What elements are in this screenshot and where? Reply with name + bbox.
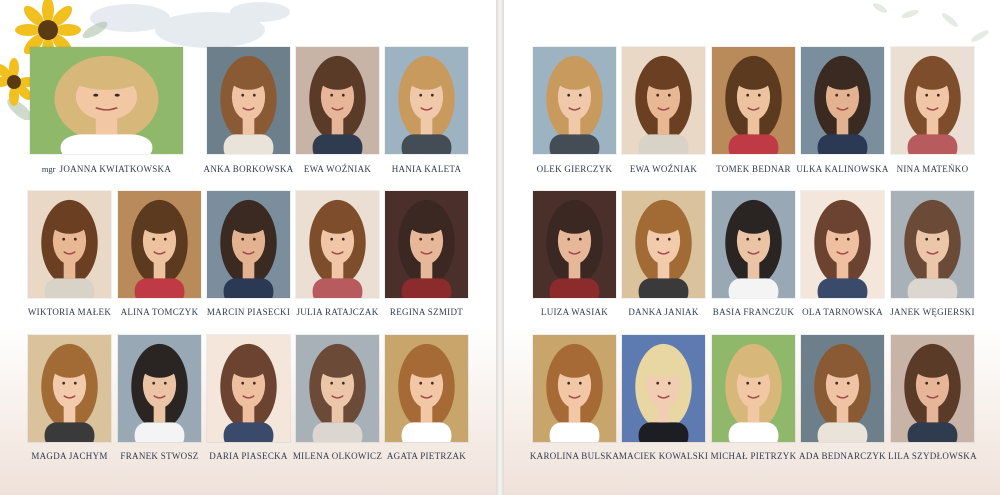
student-photo xyxy=(296,191,379,298)
student-photo xyxy=(891,191,974,298)
student-photo xyxy=(207,191,290,298)
student-photo xyxy=(801,335,884,442)
student-photo xyxy=(296,47,379,154)
student-photo xyxy=(28,335,111,442)
student-photo xyxy=(801,191,884,298)
student-photo xyxy=(891,47,974,154)
teacher-name: JOANNA KWIATKOWSKA xyxy=(59,164,172,174)
student-photo xyxy=(28,191,111,298)
student-photo xyxy=(385,191,468,298)
student-photo xyxy=(622,191,705,298)
student-photo xyxy=(801,47,884,154)
student-photo xyxy=(622,47,705,154)
student-photo xyxy=(622,335,705,442)
student-photo xyxy=(296,335,379,442)
student-photo xyxy=(712,335,795,442)
teacher-label: mgr JOANNA KWIATKOWSKA xyxy=(37,164,177,174)
student-photo xyxy=(712,191,795,298)
student-name: NINA MATEŃKO xyxy=(896,164,969,174)
student-name: REGINA SZMIDT xyxy=(389,307,464,317)
student-photo xyxy=(712,47,795,154)
student-photo xyxy=(533,47,616,154)
student-photo xyxy=(385,47,468,154)
student-photo xyxy=(385,335,468,442)
student-name: AGATA PIETRZAK xyxy=(386,451,467,461)
student-photo xyxy=(207,47,290,154)
teacher-photo xyxy=(30,47,183,154)
student-name: LILA SZYDŁOWSKA xyxy=(888,451,977,461)
teacher-title-prefix: mgr xyxy=(41,164,56,174)
student-name: JANEK WĘGIERSKI xyxy=(890,307,975,317)
student-photo xyxy=(891,335,974,442)
right-page: OLEK GIERCZYK EWA WOŹNIAK TOMEK BEDNAR U… xyxy=(504,0,1000,495)
student-photo xyxy=(118,191,201,298)
student-photo xyxy=(533,335,616,442)
student-photo xyxy=(118,335,201,442)
student-photo xyxy=(207,335,290,442)
student-name: HANIA KALETA xyxy=(391,164,462,174)
book-gutter xyxy=(496,0,504,495)
student-photo xyxy=(533,191,616,298)
left-page: mgr JOANNA KWIATKOWSKA ANKA BORKOWSKA EWA… xyxy=(0,0,496,495)
